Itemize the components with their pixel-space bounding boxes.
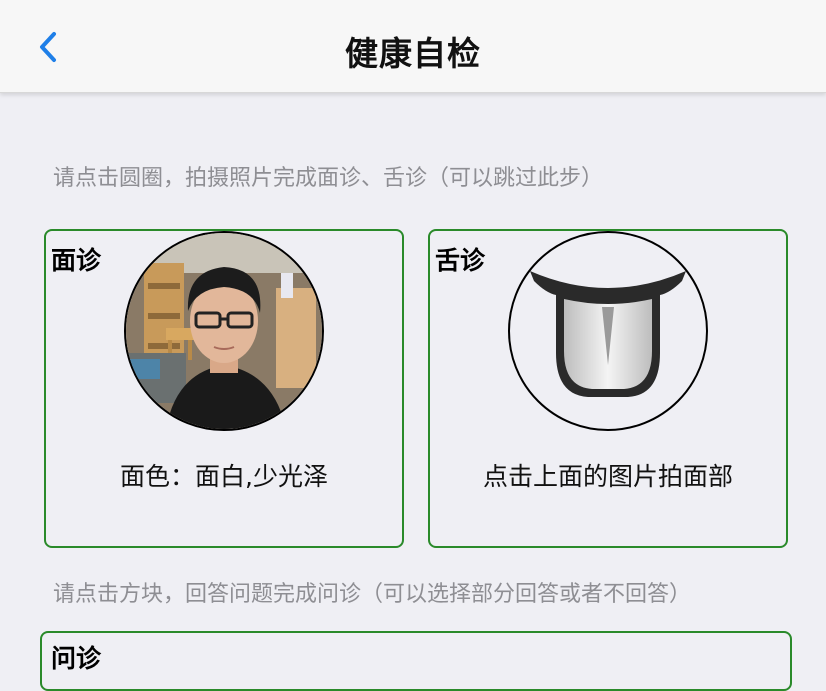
tongue-diagnosis-card[interactable]: 舌诊 点击上面的图片拍面部 [428,229,788,548]
navigation-bar: 健康自检 [0,0,826,93]
tongue-photo-circle[interactable] [508,231,708,431]
tongue-icon [530,271,686,397]
inquiry-diagnosis-card[interactable]: 问诊 [40,631,792,691]
face-photo [126,233,322,429]
tongue-diagnosis-prompt: 点击上面的图片拍面部 [482,462,733,491]
tongue-diagnosis-label: 舌诊 [435,246,486,275]
face-photo-circle[interactable] [124,231,324,431]
face-diagnosis-card[interactable]: 面诊 面色：面白,少光泽 [44,229,404,548]
questions-hint-text: 请点击方块，回答问题完成问诊（可以选择部分回答或者不回答） [53,582,692,607]
inquiry-diagnosis-label: 问诊 [51,644,102,673]
photo-hint-text: 请点击圆圈，拍摄照片完成面诊、舌诊（可以跳过此步） [53,166,604,191]
page-title: 健康自检 [345,34,481,73]
face-diagnosis-result: 面色：面白,少光泽 [120,462,328,491]
face-diagnosis-label: 面诊 [51,246,102,275]
